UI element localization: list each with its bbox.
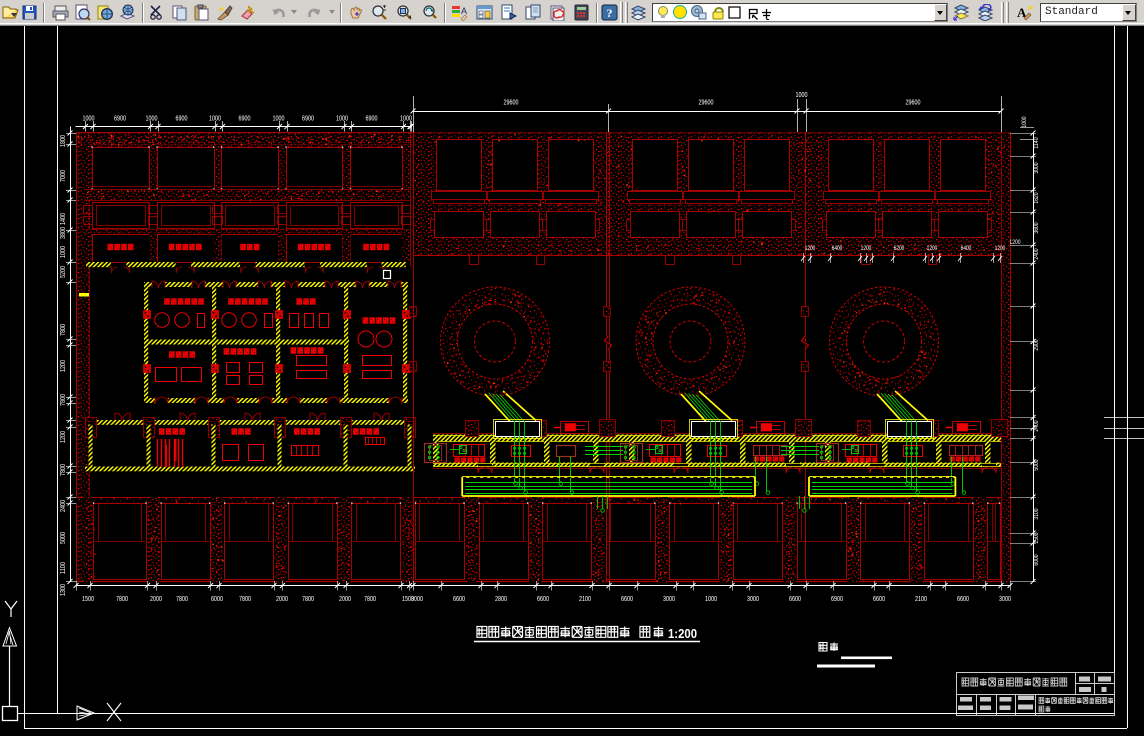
svg-text:29600: 29600	[699, 100, 714, 107]
svg-text:3000: 3000	[411, 596, 423, 603]
svg-text:1000: 1000	[273, 116, 285, 123]
svg-text:6900: 6900	[302, 116, 314, 123]
svg-text:1400: 1400	[60, 213, 67, 225]
svg-text:1620: 1620	[1033, 192, 1040, 203]
svg-text:2000: 2000	[339, 596, 351, 603]
svg-text:7800: 7800	[239, 596, 251, 603]
svg-text:6900: 6900	[239, 116, 251, 123]
svg-text:3000: 3000	[747, 596, 759, 603]
svg-text:1500: 1500	[82, 596, 94, 603]
svg-text:1200: 1200	[1009, 239, 1020, 246]
svg-text:1300: 1300	[60, 584, 67, 596]
svg-text:7800: 7800	[302, 596, 314, 603]
svg-text:1200: 1200	[805, 245, 816, 252]
svg-text:7000: 7000	[60, 170, 67, 182]
svg-text:1200: 1200	[927, 245, 938, 252]
svg-text:7800: 7800	[60, 464, 67, 476]
svg-text:1200: 1200	[861, 245, 872, 252]
svg-text:6600: 6600	[537, 596, 549, 603]
svg-text:1140: 1140	[1033, 137, 1040, 149]
svg-text:3000: 3000	[999, 596, 1011, 603]
svg-text:7800: 7800	[176, 596, 188, 603]
svg-text:6200: 6200	[894, 245, 905, 252]
svg-text:5200: 5200	[60, 266, 67, 278]
svg-text:7800: 7800	[116, 596, 128, 603]
svg-text:2800: 2800	[495, 596, 507, 603]
svg-text:6000: 6000	[211, 596, 223, 603]
svg-text:1000: 1000	[705, 596, 717, 603]
svg-text:1200: 1200	[995, 245, 1006, 252]
svg-text:7800: 7800	[364, 596, 376, 603]
svg-text:2000: 2000	[150, 596, 162, 603]
svg-text:6600: 6600	[621, 596, 633, 603]
svg-text:3600: 3600	[1033, 222, 1040, 233]
svg-text:2100: 2100	[915, 596, 927, 603]
svg-text:1800: 1800	[60, 135, 67, 147]
svg-text:7800: 7800	[60, 324, 67, 336]
svg-text:1:200: 1:200	[668, 626, 697, 641]
svg-text:1000: 1000	[1021, 116, 1028, 127]
svg-text:?: ?	[607, 6, 613, 20]
svg-text:6900: 6900	[366, 116, 378, 123]
svg-text:1000: 1000	[796, 92, 808, 99]
svg-text:1000: 1000	[209, 116, 221, 123]
svg-text:1200: 1200	[60, 360, 67, 372]
svg-text:2400: 2400	[1033, 248, 1040, 259]
svg-text:6000: 6000	[1033, 554, 1040, 565]
svg-text:1000: 1000	[146, 116, 158, 123]
svg-text:6600: 6600	[873, 596, 885, 603]
svg-text:3800: 3800	[60, 227, 67, 239]
svg-text:6600: 6600	[957, 596, 969, 603]
svg-text:2000: 2000	[276, 596, 288, 603]
svg-text:5000: 5000	[60, 532, 67, 544]
svg-text:2400: 2400	[60, 500, 67, 512]
svg-text:6400: 6400	[961, 245, 972, 252]
svg-text:1000: 1000	[336, 116, 348, 123]
svg-text:29600: 29600	[504, 100, 519, 107]
svg-text:2100: 2100	[579, 596, 591, 603]
svg-text:7800: 7800	[60, 394, 67, 406]
svg-text:3000: 3000	[663, 596, 675, 603]
svg-text:1000: 1000	[60, 246, 67, 258]
svg-text:6600: 6600	[453, 596, 465, 603]
svg-text:1200: 1200	[60, 431, 67, 443]
svg-text:1100: 1100	[60, 562, 67, 574]
svg-text:1000: 1000	[83, 116, 95, 123]
svg-text:6900: 6900	[831, 596, 843, 603]
svg-text:6400: 6400	[832, 245, 843, 252]
svg-text:29600: 29600	[906, 100, 921, 107]
svg-text:3100: 3100	[1033, 508, 1040, 519]
svg-text:1000: 1000	[400, 116, 412, 123]
svg-text:6600: 6600	[789, 596, 801, 603]
svg-text:2400: 2400	[1033, 420, 1040, 431]
svg-text:6900: 6900	[176, 116, 188, 123]
svg-text:A: A	[461, 6, 467, 16]
svg-text:3000: 3000	[1033, 162, 1040, 173]
svg-text:6900: 6900	[114, 116, 126, 123]
